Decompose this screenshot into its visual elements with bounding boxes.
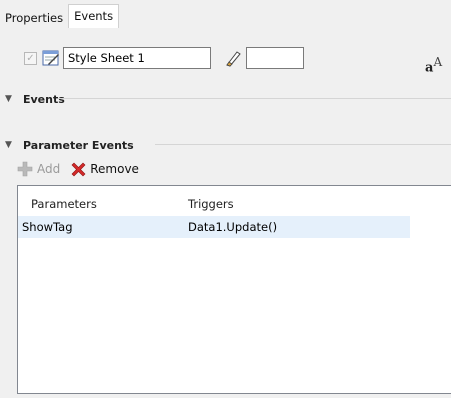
red-x-icon [71, 162, 86, 176]
remove-button[interactable]: Remove [70, 161, 139, 178]
tab-bar: Properties Events [0, 4, 120, 28]
style-sheet-row: ✓ [24, 45, 304, 71]
parameter-cell: ShowTag [22, 220, 73, 234]
tab-events[interactable]: Events [68, 4, 120, 28]
remove-button-label: Remove [90, 162, 139, 176]
plus-icon [17, 161, 33, 177]
events-section-label: Events [23, 92, 65, 106]
events-divider [58, 98, 451, 99]
parameter-events-toolbar: Add Remove [17, 158, 139, 180]
column-header-triggers[interactable]: Triggers [188, 197, 234, 211]
parameter-events-section-header[interactable]: ▼ Parameter Events [5, 137, 134, 153]
table-row[interactable]: ShowTag Data1.Update() [18, 216, 410, 238]
column-header-parameters[interactable]: Parameters [18, 197, 188, 211]
stylesheet-icon [42, 50, 59, 66]
chevron-down-icon: ▼ [5, 94, 12, 104]
table-header: Parameters Triggers [18, 192, 234, 216]
parameter-events-divider [155, 144, 451, 145]
brush-icon[interactable] [224, 49, 242, 67]
color-input[interactable] [246, 47, 304, 69]
add-button-label: Add [37, 162, 61, 176]
events-section-header[interactable]: ▼ Events [5, 91, 65, 107]
font-size-icon[interactable]: aA [425, 55, 442, 75]
trigger-cell: Data1.Update() [188, 220, 278, 234]
chevron-down-icon: ▼ [5, 140, 12, 150]
parameter-events-table: Parameters Triggers ShowTag Data1.Update… [17, 185, 451, 394]
parameter-events-section-label: Parameter Events [23, 138, 134, 152]
add-button[interactable]: Add [17, 161, 60, 177]
style-sheet-checkbox[interactable]: ✓ [24, 51, 37, 65]
tab-properties[interactable]: Properties [0, 8, 68, 28]
style-sheet-input[interactable] [63, 47, 211, 69]
